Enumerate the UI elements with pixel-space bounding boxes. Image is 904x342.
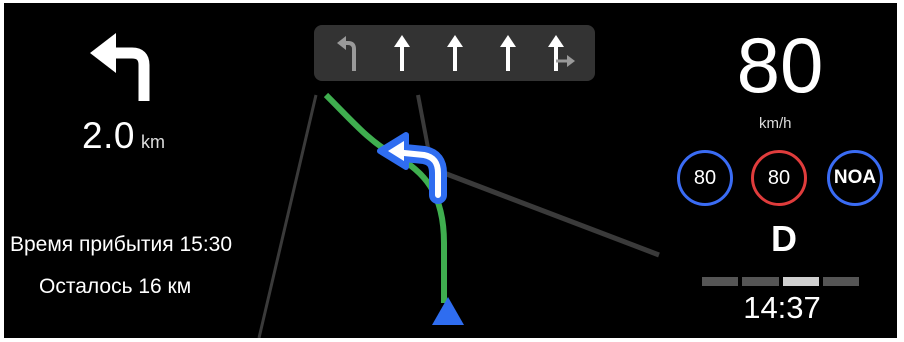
gear-segment [822,277,859,286]
route-line [323,92,447,303]
lane-turn-left-icon [329,30,369,76]
lane-straight-icon [382,30,422,76]
gear-position-bar [702,277,859,286]
distance-value: 2.0 [82,115,135,156]
vehicle-position-icon [432,297,464,325]
navigation-screen: 2.0 km Время прибытия 15:30 Осталось 16 … [4,3,897,338]
turn-distance: 2.0 km [82,115,165,157]
speed-limit-sign-badge: 80 [751,150,807,206]
clock: 14:37 [743,290,821,325]
remaining-distance: Осталось 16 км [39,275,192,298]
speed-limit-badge: 80 [677,150,733,206]
noa-status-badge[interactable]: NOA [827,150,883,206]
distance-unit: km [140,132,165,152]
speed-unit: km/h [759,115,792,132]
current-speed: 80 [736,21,824,109]
road [443,170,660,258]
lane-straight-icon [435,30,475,76]
arrival-time: Время прибытия 15:30 [10,233,233,256]
road [257,94,318,338]
lane-guidance [314,25,595,81]
lane-straight-icon [488,30,528,76]
gear-segment [742,277,779,286]
road [416,94,431,154]
gear-indicator: D [771,218,797,259]
gear-segment [702,277,739,286]
gear-segment-active [782,277,819,286]
turn-left-arrow-icon [90,33,150,101]
lane-straight-right-icon [541,30,581,76]
